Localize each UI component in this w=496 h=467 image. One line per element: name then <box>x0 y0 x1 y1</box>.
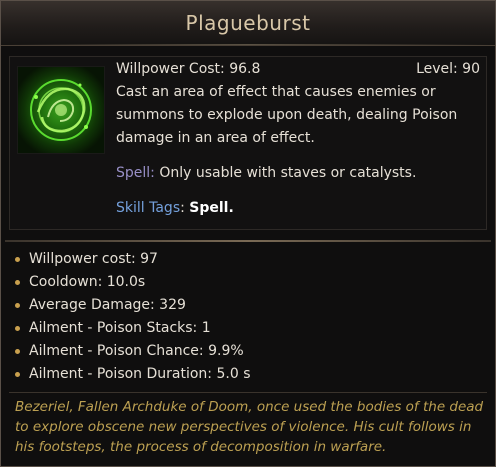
spell-text: Only usable with staves or catalysts. <box>154 165 417 181</box>
skill-title: Plagueburst <box>185 11 311 35</box>
cost-level-row: Willpower Cost: 96.8 Level: 90 <box>116 58 480 81</box>
stat-text: Willpower cost: 97 <box>29 251 158 267</box>
stat-text: Ailment - Poison Stacks: 1 <box>29 320 211 336</box>
bullet-icon <box>15 303 20 308</box>
willpower-cost: Willpower Cost: 96.8 <box>116 61 261 77</box>
stat-item: Cooldown: 10.0s <box>13 271 495 294</box>
spell-label: Spell: <box>116 165 155 181</box>
stat-text: Average Damage: 329 <box>29 297 186 313</box>
stat-item: Ailment - Poison Duration: 5.0 s <box>13 363 495 386</box>
stats-list: Willpower cost: 97 Cooldown: 10.0s Avera… <box>1 248 495 386</box>
skill-tags-colon: : <box>180 200 190 216</box>
stat-item: Ailment - Poison Chance: 9.9% <box>13 340 495 363</box>
bullet-icon <box>15 349 20 354</box>
stat-text: Ailment - Poison Duration: 5.0 s <box>29 366 251 382</box>
stat-text: Ailment - Poison Chance: 9.9% <box>29 343 244 359</box>
skill-tooltip: Plagueburst Willpower Cost: 96.8 Level: … <box>0 0 496 467</box>
spell-requirement: Spell: Only usable with staves or cataly… <box>116 162 480 185</box>
section-divider <box>5 240 491 242</box>
tooltip-header: Plagueburst <box>1 1 495 46</box>
bullet-icon <box>15 257 20 262</box>
stat-item: Willpower cost: 97 <box>13 248 495 271</box>
skill-description: Cast an area of effect that causes enemi… <box>116 84 458 146</box>
skill-info: Willpower Cost: 96.8 Level: 90 Cast an a… <box>116 58 480 220</box>
skill-tags-value: Spell. <box>189 200 234 216</box>
poison-swirl-icon <box>17 66 105 154</box>
stat-item: Average Damage: 329 <box>13 294 495 317</box>
stat-item: Ailment - Poison Stacks: 1 <box>13 317 495 340</box>
bullet-icon <box>15 326 20 331</box>
bullet-icon <box>15 280 20 285</box>
skill-level: Level: 90 <box>416 61 480 77</box>
bullet-icon <box>15 372 20 377</box>
stat-text: Cooldown: 10.0s <box>29 274 146 290</box>
skill-tags-label: Skill Tags <box>116 200 181 216</box>
skill-summary: Willpower Cost: 96.8 Level: 90 Cast an a… <box>9 56 487 230</box>
lore-text: Bezeriel, Fallen Archduke of Doom, once … <box>15 399 484 455</box>
skill-tags: Skill Tags: Spell. <box>116 197 480 220</box>
lore-divider <box>9 392 487 393</box>
